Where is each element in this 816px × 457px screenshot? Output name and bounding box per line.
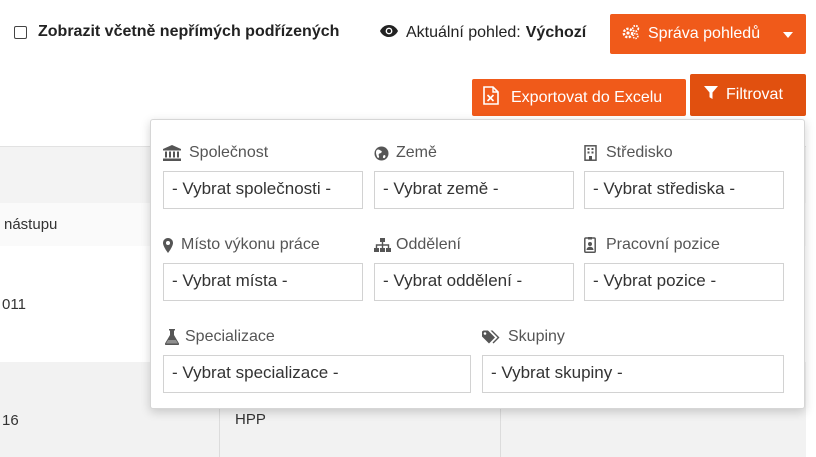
center-select[interactable]: - Vybrat střediska - <box>584 171 784 209</box>
building-icon <box>584 145 604 161</box>
filter-specialization-label: Specializace <box>185 328 275 345</box>
table-cell: 16 <box>2 412 19 429</box>
filter-specialization: Specializace <box>165 327 275 347</box>
filter-department-label: Oddělení <box>396 236 461 253</box>
id-badge-icon <box>584 237 604 253</box>
country-select[interactable]: - Vybrat země - <box>374 171 574 209</box>
map-marker-icon <box>163 237 179 253</box>
manage-views-button[interactable]: Správa pohledů <box>610 14 806 54</box>
filter-company-label: Společnost <box>189 144 269 161</box>
tags-icon <box>482 330 506 345</box>
filter-center: Středisko <box>584 143 673 163</box>
table-header-start-date[interactable]: nástupu <box>4 216 57 233</box>
eye-icon <box>380 24 398 42</box>
specialization-select[interactable]: - Vybrat specializace - <box>163 355 471 393</box>
caret-down-icon <box>783 25 793 43</box>
filter-workplace: Místo výkonu práce <box>163 235 320 255</box>
table-cell: HPP <box>235 411 266 428</box>
workplace-select[interactable]: - Vybrat místa - <box>163 263 363 301</box>
cogs-icon <box>622 24 640 45</box>
checkbox-box[interactable] <box>14 25 27 39</box>
position-select[interactable]: - Vybrat pozice - <box>584 263 784 301</box>
globe-icon <box>374 146 394 161</box>
checkbox-label[interactable]: Zobrazit včetně nepřímých podřízených <box>38 23 339 41</box>
export-excel-label: Exportovat do Excelu <box>511 88 663 106</box>
current-view-name: Výchozí <box>525 24 587 41</box>
manage-views-dropdown-toggle[interactable] <box>770 14 806 54</box>
current-view-info: Aktuální pohled: Výchozí <box>380 24 586 42</box>
filter-groups: Skupiny <box>482 327 565 347</box>
top-toolbar: Zobrazit včetně nepřímých podřízených Ak… <box>0 0 816 116</box>
filter-department: Oddělení <box>374 235 461 255</box>
flask-icon <box>165 329 183 345</box>
filter-center-label: Středisko <box>606 144 673 161</box>
sitemap-icon <box>374 237 394 253</box>
filter-groups-label: Skupiny <box>508 328 565 345</box>
filter-country-label: Země <box>396 144 437 161</box>
file-excel-icon <box>483 85 499 110</box>
indirect-subordinates-checkbox[interactable]: Zobrazit včetně nepřímých podřízených <box>14 23 339 41</box>
filter-panel: Společnost - Vybrat společnosti - Země -… <box>150 119 805 409</box>
filter-workplace-label: Místo výkonu práce <box>181 236 320 253</box>
filter-position-label: Pracovní pozice <box>606 236 720 253</box>
filter-icon <box>704 85 718 105</box>
export-excel-button[interactable]: Exportovat do Excelu <box>472 79 686 116</box>
groups-select[interactable]: - Vybrat skupiny - <box>482 355 784 393</box>
filter-position: Pracovní pozice <box>584 235 720 255</box>
current-view-prefix: Aktuální pohled: <box>406 24 521 41</box>
manage-views-label: Správa pohledů <box>648 25 761 42</box>
table-cell: 011 <box>2 296 26 313</box>
filter-label: Filtrovat <box>726 86 783 103</box>
filter-company: Společnost <box>163 143 268 163</box>
filter-country: Země <box>374 143 437 163</box>
bank-icon <box>163 145 183 161</box>
company-select[interactable]: - Vybrat společnosti - <box>163 171 363 209</box>
department-select[interactable]: - Vybrat oddělení - <box>374 263 574 301</box>
filter-button[interactable]: Filtrovat <box>690 74 806 116</box>
